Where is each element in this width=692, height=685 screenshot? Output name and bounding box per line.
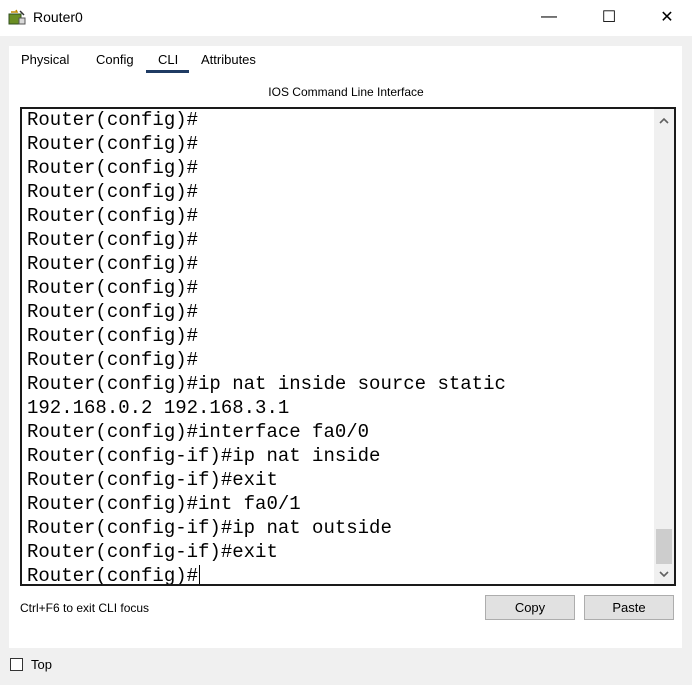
window-title: Router0 (33, 9, 83, 25)
terminal-line: Router(config)# (27, 325, 199, 347)
cli-focus-hint: Ctrl+F6 to exit CLI focus (20, 601, 150, 615)
terminal-line: 192.168.0.2 192.168.3.1 (27, 397, 290, 419)
terminal-line: Router(config)# (27, 565, 199, 586)
terminal-line: Router(config)# (27, 253, 199, 275)
maximize-icon: ☐ (601, 9, 617, 26)
text-cursor (199, 565, 201, 584)
title-bar: Router0 — ☐ ✕ (0, 0, 692, 36)
maximize-button[interactable]: ☐ (580, 0, 638, 34)
terminal-line: Router(config)# (27, 205, 199, 227)
tab-cli[interactable]: CLI (158, 52, 178, 67)
active-tab-indicator (146, 70, 189, 73)
top-checkbox[interactable] (10, 658, 23, 671)
terminal-line: Router(config)#int fa0/1 (27, 493, 301, 515)
terminal-line: Router(config-if)#exit (27, 541, 278, 563)
terminal-line: Router(config-if)#exit (27, 469, 278, 491)
tab-physical[interactable]: Physical (21, 52, 69, 67)
terminal-line: Router(config)# (27, 301, 199, 323)
terminal-line: Router(config)#interface fa0/0 (27, 421, 370, 443)
terminal-line: Router(config)# (27, 109, 199, 131)
terminal-scrollbar[interactable] (654, 109, 674, 584)
terminal-output: Router(config)# Router(config)# Router(c… (27, 109, 506, 586)
chevron-down-icon[interactable] (654, 565, 674, 583)
terminal-line: Router(config)# (27, 181, 199, 203)
close-button[interactable]: ✕ (638, 0, 692, 34)
minimize-icon: — (541, 8, 557, 25)
router-app-icon (8, 9, 26, 25)
terminal-line: Router(config-if)#ip nat outside (27, 517, 392, 539)
scrollbar-thumb[interactable] (656, 529, 672, 564)
tab-config[interactable]: Config (96, 52, 134, 67)
terminal-line: Router(config-if)#ip nat inside (27, 445, 381, 467)
terminal-line: Router(config)# (27, 133, 199, 155)
top-checkbox-label: Top (31, 657, 52, 672)
close-icon: ✕ (660, 9, 674, 26)
cli-heading: IOS Command Line Interface (268, 85, 424, 99)
tab-attributes[interactable]: Attributes (201, 52, 256, 67)
terminal-line: Router(config)# (27, 277, 199, 299)
terminal-line: Router(config)#ip nat inside source stat… (27, 373, 506, 395)
terminal-line: Router(config)# (27, 229, 199, 251)
cli-terminal[interactable]: Router(config)# Router(config)# Router(c… (20, 107, 676, 586)
chevron-up-icon[interactable] (654, 111, 674, 129)
copy-button[interactable]: Copy (485, 595, 575, 620)
terminal-line: Router(config)# (27, 349, 199, 371)
minimize-button[interactable]: — (520, 0, 578, 34)
terminal-line: Router(config)# (27, 157, 199, 179)
paste-button[interactable]: Paste (584, 595, 674, 620)
